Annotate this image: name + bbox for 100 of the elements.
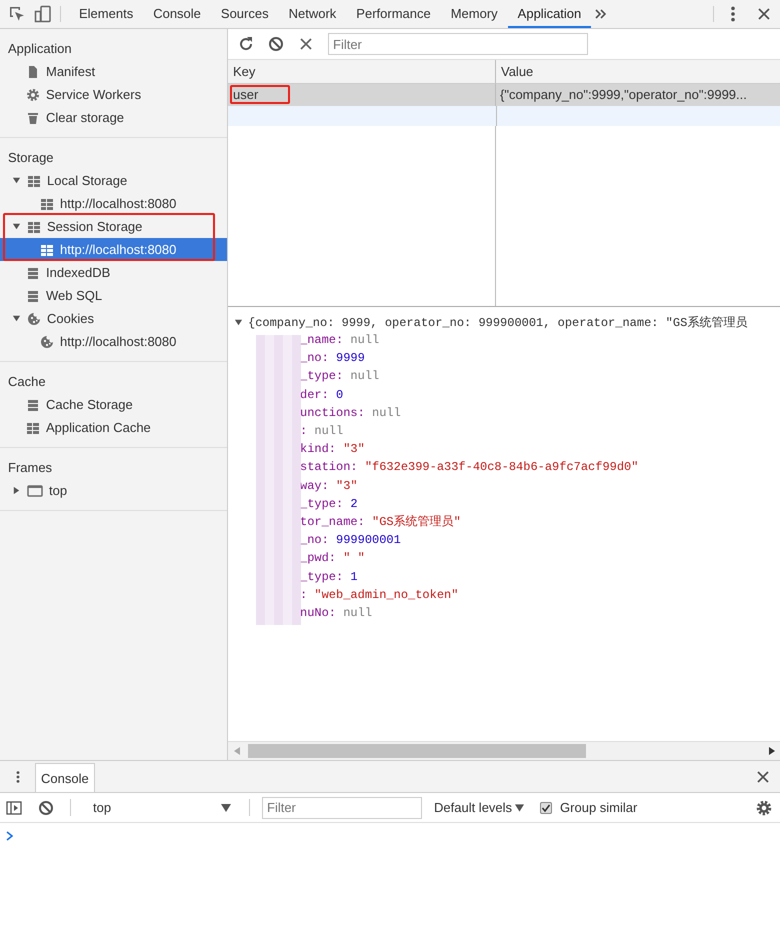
- device-icon[interactable]: [34, 5, 52, 23]
- object-property: _no: 999900001: [299, 532, 402, 550]
- tree-item-label: Web SQL: [46, 288, 102, 303]
- tree-item-label: Local Storage: [47, 173, 128, 188]
- tree-item-label: top: [49, 483, 68, 498]
- grid-icon: [27, 174, 41, 188]
- grid-icon: [27, 220, 41, 234]
- panel-tab[interactable]: Memory: [440, 0, 508, 28]
- tree-item[interactable]: Manifest: [0, 60, 227, 83]
- clear-console-icon[interactable]: [38, 800, 54, 816]
- section-title: Application: [7, 40, 73, 58]
- filter-field[interactable]: Filter: [262, 796, 422, 818]
- dropdown-arrow-icon: [515, 804, 524, 812]
- checkbox[interactable]: [540, 802, 552, 814]
- scrollbar-thumb[interactable]: [248, 744, 586, 758]
- panel-tab[interactable]: Sources: [210, 0, 279, 28]
- tree-item[interactable]: Clear storage: [0, 106, 227, 129]
- object-property: _name: null: [299, 332, 380, 350]
- tree-item[interactable]: http://localhost:8080: [0, 330, 227, 353]
- expanded-arrow-icon[interactable]: [12, 314, 21, 323]
- object-property: : null: [299, 423, 344, 440]
- expanded-arrow-icon[interactable]: [234, 318, 243, 326]
- inspect-icon[interactable]: [8, 5, 26, 23]
- frame-icon: [27, 484, 43, 498]
- tree-item-label: Cookies: [47, 311, 94, 326]
- grid-icon: [26, 420, 40, 434]
- refresh-icon[interactable]: [238, 36, 254, 52]
- table-cell[interactable]: {"company_no":9999,"operator_no":9999...: [496, 84, 780, 106]
- object-property: way: "3": [299, 478, 359, 495]
- tree-item-label: IndexedDB: [46, 265, 110, 280]
- table-cell[interactable]: user: [228, 84, 496, 106]
- tree-item-label: http://localhost:8080: [60, 334, 176, 349]
- object-property: : "web_admin_no_token": [299, 586, 460, 604]
- object-property: der: 0: [299, 386, 344, 404]
- object-property: tor_name: "GS系统管理员": [299, 514, 462, 532]
- column-header[interactable]: Value: [496, 60, 780, 84]
- scroll-right-icon[interactable]: [769, 747, 775, 755]
- tree-item-label: Manifest: [46, 64, 96, 79]
- tree-item[interactable]: http://localhost:8080: [0, 238, 227, 261]
- menu-icon[interactable]: [730, 5, 736, 23]
- grid-icon: [40, 242, 54, 256]
- tree-item[interactable]: Cache Storage: [0, 393, 227, 416]
- object-property: _type: 1: [299, 568, 359, 586]
- tree-item[interactable]: Session Storage: [0, 215, 227, 238]
- panel-tab[interactable]: Network: [278, 0, 346, 28]
- tree-item-label: http://localhost:8080: [60, 242, 176, 257]
- object-property: _pwd: " ": [299, 550, 366, 568]
- expanded-arrow-icon[interactable]: [12, 176, 21, 185]
- panel-tab[interactable]: Elements: [69, 0, 144, 28]
- database-icon: [26, 266, 40, 280]
- column-header[interactable]: Key: [228, 60, 496, 84]
- panel-tab[interactable]: Application: [508, 0, 592, 28]
- database-icon: [26, 288, 40, 302]
- section-title: Cache: [7, 373, 47, 391]
- tree-item-label: Application Cache: [46, 420, 151, 435]
- trash-icon: [26, 110, 40, 124]
- tree-item-label: http://localhost:8080: [60, 196, 176, 211]
- tree-item-label: Service Workers: [46, 87, 142, 102]
- menu-icon[interactable]: [16, 770, 20, 784]
- object-property: station: "f632e399-a33f-40c8-84b6-a9fc7acf99d0": [299, 459, 640, 476]
- tree-item-label: Clear storage: [46, 110, 124, 125]
- tree-item[interactable]: Service Workers: [0, 83, 227, 106]
- tree-item-label: Session Storage: [47, 219, 142, 234]
- tree-item[interactable]: Web SQL: [0, 284, 227, 307]
- file-icon: [26, 64, 40, 78]
- filter-field[interactable]: Filter: [328, 33, 588, 55]
- tree-item[interactable]: http://localhost:8080: [0, 192, 227, 215]
- drawer-tab[interactable]: Console: [35, 763, 95, 792]
- panel-tab[interactable]: Performance: [346, 0, 441, 28]
- object-property: kind: "3": [299, 441, 366, 458]
- prompt-icon[interactable]: [6, 831, 14, 841]
- levels-dropdown[interactable]: Default levels: [434, 800, 524, 815]
- gear-icon: [26, 88, 40, 102]
- panel-tab[interactable]: Console: [143, 0, 211, 28]
- clear-icon[interactable]: [268, 36, 284, 52]
- object-property: _no: 9999: [299, 350, 366, 368]
- dropdown-arrow-icon: [221, 804, 231, 812]
- sidebar-toggle-icon[interactable]: [6, 800, 22, 816]
- expanded-arrow-icon[interactable]: [12, 222, 21, 231]
- cookie-icon: [27, 312, 41, 326]
- context-select[interactable]: top: [87, 799, 237, 816]
- tree-item[interactable]: IndexedDB: [0, 261, 227, 284]
- tree-item-label: Cache Storage: [46, 397, 133, 412]
- database-icon: [26, 398, 40, 412]
- tree-item[interactable]: top: [0, 479, 227, 502]
- delete-icon[interactable]: [298, 36, 314, 52]
- object-property: unctions: null: [299, 404, 402, 422]
- section-title: Frames: [7, 459, 54, 477]
- tree-item[interactable]: Local Storage: [0, 169, 227, 192]
- tree-item[interactable]: Cookies: [0, 307, 227, 330]
- object-property: _type: 2: [299, 496, 359, 513]
- tree-item[interactable]: Application Cache: [0, 416, 227, 439]
- close-icon[interactable]: [757, 771, 769, 783]
- checkbox-label: Group similar: [560, 800, 638, 815]
- section-title: Storage: [7, 149, 55, 167]
- object-property: nuNo: null: [299, 604, 374, 622]
- cookie-icon: [40, 334, 54, 348]
- settings-icon[interactable]: [756, 800, 772, 816]
- object-property: _type: null: [299, 368, 380, 386]
- collapsed-arrow-icon[interactable]: [12, 486, 21, 495]
